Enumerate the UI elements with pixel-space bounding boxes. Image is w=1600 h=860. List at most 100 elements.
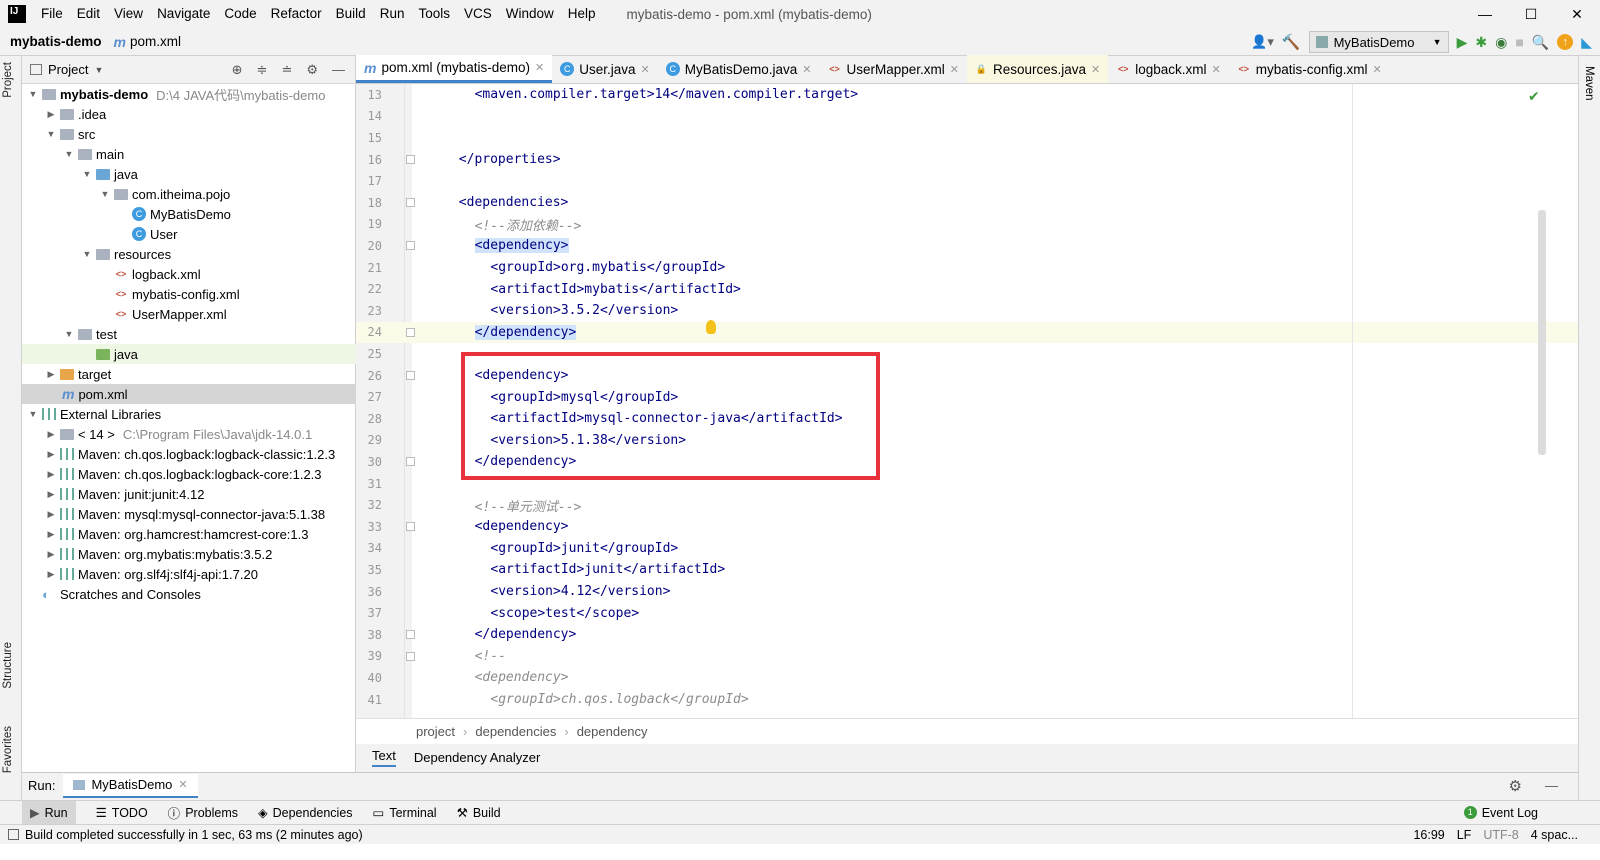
- project-tool-tab[interactable]: Project: [2, 62, 14, 98]
- tree-item-test[interactable]: ▼ test: [22, 324, 356, 344]
- tree-item-test-java[interactable]: java: [22, 344, 356, 364]
- menu-view[interactable]: View: [107, 0, 150, 28]
- gear-icon[interactable]: ⚙: [306, 62, 318, 78]
- search-icon[interactable]: 🔍: [1532, 34, 1549, 51]
- code-line[interactable]: 37 <scope>test</scope>: [356, 602, 1578, 624]
- menu-build[interactable]: Build: [329, 0, 373, 28]
- code-line[interactable]: 20 <dependency>: [356, 235, 1578, 257]
- tree-item-external-libraries[interactable]: ▼ External Libraries: [22, 404, 356, 424]
- breadcrumb-dependency[interactable]: dependency: [577, 724, 648, 739]
- maximize-button[interactable]: ☐: [1508, 0, 1554, 28]
- tree-item-usermapper[interactable]: <> UserMapper.xml: [22, 304, 356, 324]
- code-line[interactable]: 40 <dependency>: [356, 667, 1578, 689]
- tree-item-root[interactable]: ▼ mybatis-demo D:\4 JAVA代码\mybatis-demo: [22, 84, 356, 104]
- tree-item-main[interactable]: ▼ main: [22, 144, 356, 164]
- close-icon[interactable]: ✕: [1212, 63, 1221, 76]
- code-line[interactable]: 21 <groupId>org.mybatis</groupId>: [356, 257, 1578, 279]
- tree-item-lib[interactable]: ▶ Maven: org.hamcrest:hamcrest-core:1.3: [22, 524, 356, 544]
- fold-marker-icon[interactable]: [406, 155, 415, 165]
- tab-dependency-analyzer[interactable]: Dependency Analyzer: [414, 750, 540, 765]
- code-line[interactable]: 24 </dependency>: [356, 321, 1578, 344]
- fold-marker-icon[interactable]: [406, 198, 415, 208]
- user-icon[interactable]: 👤▾: [1251, 34, 1274, 50]
- code-line[interactable]: 17: [356, 170, 1578, 192]
- run-icon[interactable]: ▶: [1457, 34, 1468, 51]
- code-line[interactable]: 35 <artifactId>junit</artifactId>: [356, 559, 1578, 581]
- tool-run[interactable]: ▶ Run: [22, 800, 76, 825]
- tab-mybatisdemo-java[interactable]: C MyBatisDemo.java ✕: [658, 55, 820, 83]
- run-tab-mybatisdemo[interactable]: MyBatisDemo ✕: [63, 773, 198, 798]
- jetbrains-icon[interactable]: ◣: [1581, 34, 1592, 51]
- minimize-button[interactable]: —: [1462, 0, 1508, 28]
- close-icon[interactable]: ✕: [178, 778, 187, 791]
- tab-pom-xml[interactable]: m pom.xml (mybatis-demo) ✕: [356, 55, 553, 83]
- tree-item-src[interactable]: ▼ src: [22, 124, 356, 144]
- tree-item-lib[interactable]: ▶ Maven: org.slf4j:slf4j-api:1.7.20: [22, 564, 356, 584]
- code-line[interactable]: 41 <groupId>ch.qos.logback</groupId>: [356, 689, 1578, 711]
- project-panel-title[interactable]: Project: [48, 62, 88, 77]
- code-line[interactable]: 19 <!--添加依赖-->: [356, 214, 1578, 236]
- code-line[interactable]: 36 <version>4.12</version>: [356, 581, 1578, 603]
- code-line[interactable]: 39 <!--: [356, 646, 1578, 668]
- code-line[interactable]: 38 </dependency>: [356, 624, 1578, 646]
- tab-logback-xml[interactable]: <> logback.xml ✕: [1108, 55, 1229, 83]
- fold-marker-icon[interactable]: [406, 457, 415, 467]
- tool-event-log[interactable]: 1 Event Log: [1463, 806, 1538, 820]
- structure-tool-tab[interactable]: Structure: [2, 642, 14, 689]
- menu-code[interactable]: Code: [217, 0, 263, 28]
- expand-all-icon[interactable]: ≑: [257, 62, 268, 78]
- chevron-down-icon[interactable]: ▼: [94, 65, 103, 75]
- code-line[interactable]: 16 </properties>: [356, 149, 1578, 171]
- coverage-icon[interactable]: ◉: [1495, 34, 1507, 51]
- hide-icon[interactable]: —: [1545, 778, 1558, 793]
- tree-item-lib[interactable]: ▶ Maven: ch.qos.logback:logback-core:1.2.…: [22, 464, 356, 484]
- fold-marker-icon[interactable]: [406, 371, 415, 381]
- lightbulb-icon[interactable]: [706, 320, 716, 334]
- code-line[interactable]: 15: [356, 127, 1578, 149]
- code-line[interactable]: 18 <dependencies>: [356, 192, 1578, 214]
- menu-edit[interactable]: Edit: [70, 0, 107, 28]
- tree-item-lib[interactable]: ▶ Maven: junit:junit:4.12: [22, 484, 356, 504]
- tree-item-scratches[interactable]: ◐ Scratches and Consoles: [22, 584, 356, 604]
- tree-item-lib[interactable]: ▶ Maven: mysql:mysql-connector-java:5.1.3…: [22, 504, 356, 524]
- tree-item-mybatis-config[interactable]: <> mybatis-config.xml: [22, 284, 356, 304]
- status-message[interactable]: Build completed successfully in 1 sec, 6…: [25, 828, 363, 842]
- tree-item-target[interactable]: ▶ target: [22, 364, 356, 384]
- tree-item-resources[interactable]: ▼ resources: [22, 244, 356, 264]
- tab-mybatis-config-xml[interactable]: <> mybatis-config.xml ✕: [1229, 55, 1390, 83]
- tree-item-user[interactable]: C User: [22, 224, 356, 244]
- tool-terminal[interactable]: ▭ Terminal: [373, 805, 437, 821]
- breadcrumb-project[interactable]: project: [416, 724, 455, 739]
- tab-usermapper-xml[interactable]: <> UserMapper.xml ✕: [819, 55, 967, 83]
- gear-icon[interactable]: ⚙: [1509, 777, 1522, 795]
- tree-item-java[interactable]: ▼ java: [22, 164, 356, 184]
- tree-item-package[interactable]: ▼ com.itheima.pojo: [22, 184, 356, 204]
- close-icon[interactable]: ✕: [535, 61, 544, 74]
- tree-item-idea[interactable]: ▶ .idea: [22, 104, 356, 124]
- collapse-all-icon[interactable]: ≐: [281, 62, 292, 78]
- code-line[interactable]: 22 <artifactId>mybatis</artifactId>: [356, 278, 1578, 300]
- close-icon[interactable]: ✕: [802, 63, 811, 76]
- menu-navigate[interactable]: Navigate: [150, 0, 217, 28]
- close-button[interactable]: ✕: [1554, 0, 1600, 28]
- tree-item-lib[interactable]: ▶ Maven: org.mybatis:mybatis:3.5.2: [22, 544, 356, 564]
- maven-tool-tab[interactable]: Maven: [1583, 66, 1595, 101]
- tool-problems[interactable]: ⓘ Problems: [168, 803, 238, 822]
- menu-refactor[interactable]: Refactor: [264, 0, 329, 28]
- close-icon[interactable]: ✕: [1373, 63, 1382, 76]
- caret-position[interactable]: 16:99: [1413, 828, 1444, 842]
- fold-marker-icon[interactable]: [406, 651, 415, 661]
- code-line[interactable]: 34 <groupId>junit</groupId>: [356, 538, 1578, 560]
- close-icon[interactable]: ✕: [1091, 63, 1100, 76]
- inspection-ok-icon[interactable]: ✔: [1528, 88, 1540, 105]
- hammer-icon[interactable]: 🔨: [1282, 33, 1301, 51]
- fold-marker-icon[interactable]: [406, 241, 415, 251]
- code-line[interactable]: 13 <maven.compiler.target>14</maven.compi…: [356, 84, 1578, 106]
- fold-marker-icon[interactable]: [406, 630, 415, 640]
- hide-icon[interactable]: —: [332, 62, 345, 78]
- tree-item-pom[interactable]: m pom.xml: [22, 384, 356, 404]
- update-icon[interactable]: ↑: [1557, 34, 1574, 50]
- tree-item-lib[interactable]: ▶ Maven: ch.qos.logback:logback-classic:1…: [22, 444, 356, 464]
- locate-icon[interactable]: ⊕: [232, 62, 243, 78]
- stop-icon[interactable]: ■: [1515, 34, 1523, 50]
